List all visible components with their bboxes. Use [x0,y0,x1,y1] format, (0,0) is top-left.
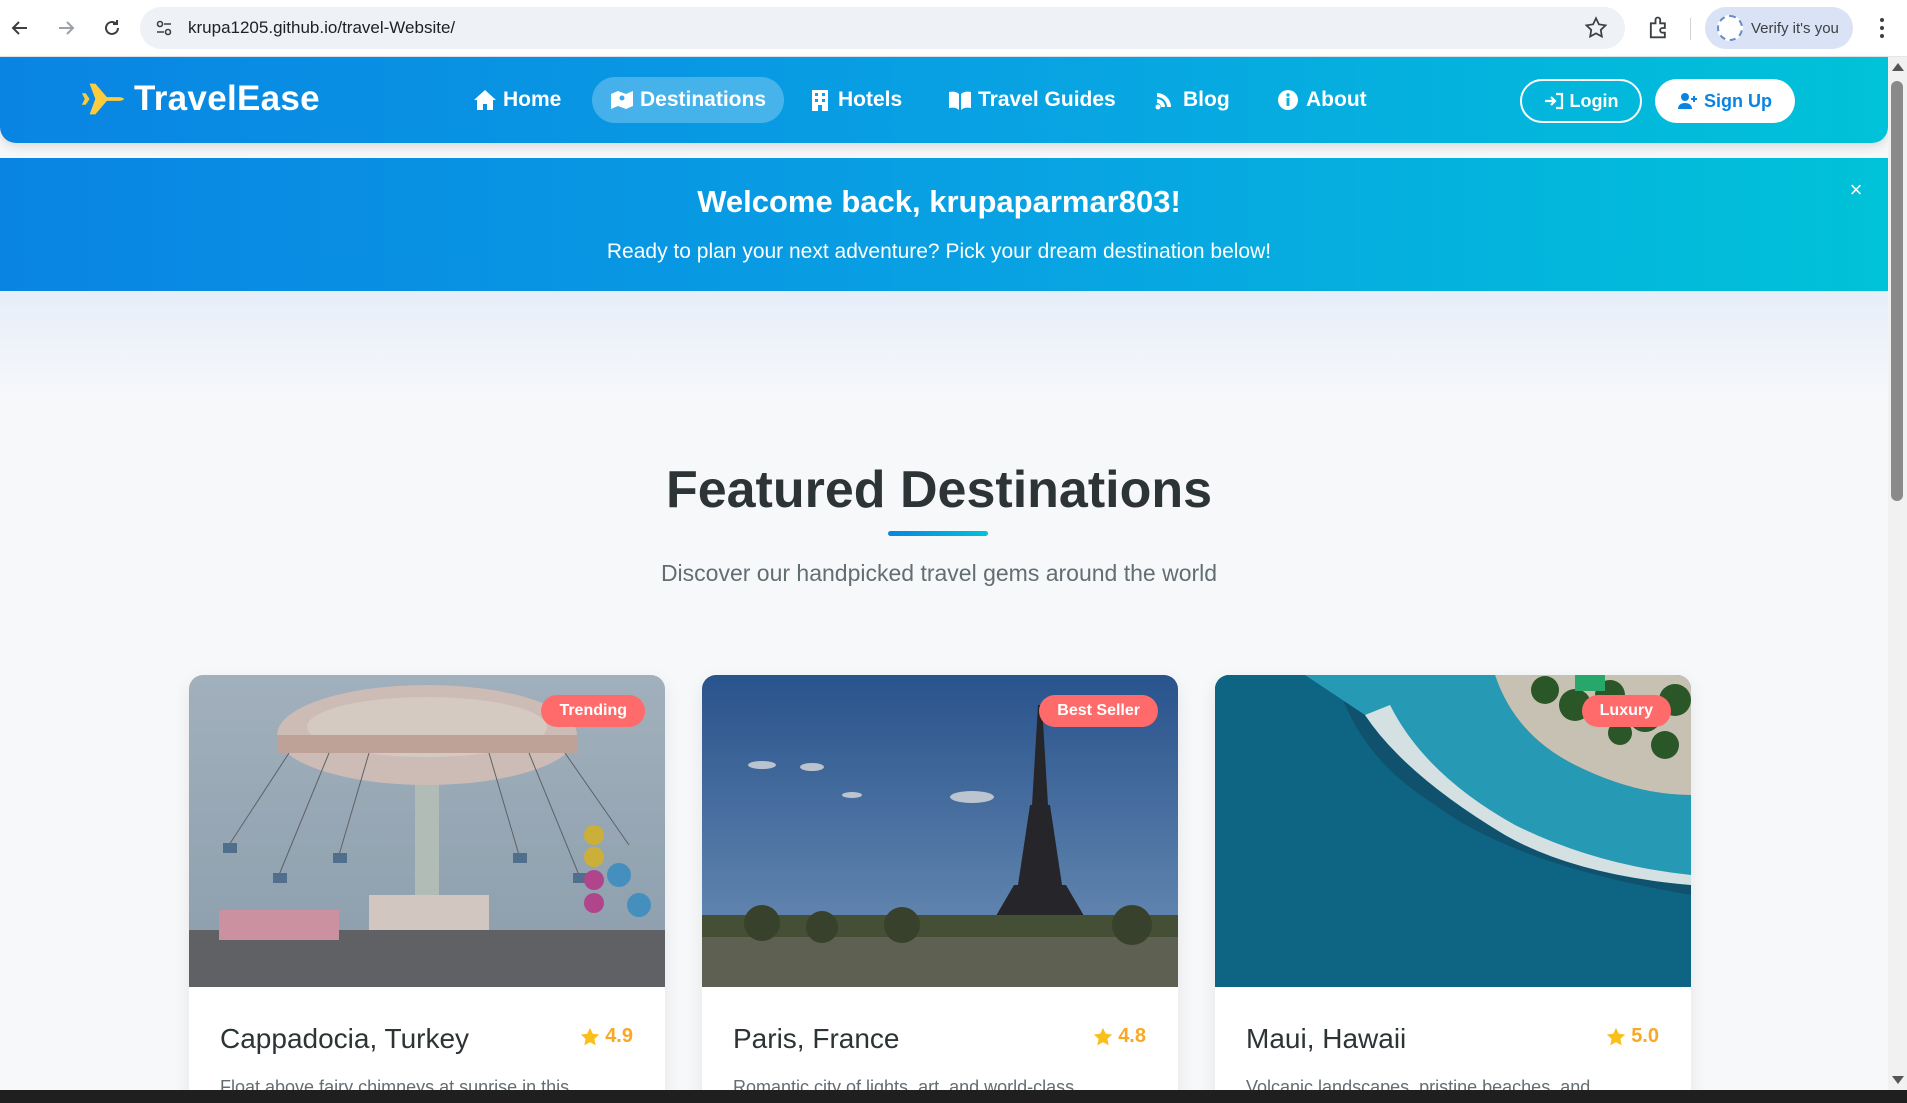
nav-hotels[interactable]: Hotels [790,77,920,123]
taskbar-edge [0,1090,1907,1103]
login-button[interactable]: Login [1520,79,1642,123]
signup-button[interactable]: Sign Up [1655,79,1795,123]
toolbar-divider [1690,18,1691,40]
card-rating: 4.9 [579,1025,633,1048]
card-badge: Trending [541,695,645,727]
browser-toolbar: krupa1205.github.io/travel-Website/ Veri… [0,0,1907,57]
close-icon[interactable]: × [1844,177,1868,202]
rating-value: 5.0 [1631,1025,1659,1047]
welcome-banner: Welcome back, krupaparmar803! Ready to p… [0,158,1888,291]
nav-about[interactable]: About [1258,77,1385,123]
blog-icon [1155,93,1171,110]
brand-logo[interactable]: TravelEase [80,79,320,119]
brand-name: TravelEase [134,79,320,118]
rating-value: 4.8 [1118,1025,1146,1047]
back-arrow-icon[interactable] [6,14,34,42]
map-icon [611,91,633,109]
address-bar[interactable]: krupa1205.github.io/travel-Website/ [140,7,1625,49]
rating-value: 4.9 [605,1025,633,1047]
hotel-icon [812,90,828,111]
nav-home-label: Home [503,88,562,111]
destination-card[interactable]: Luxury Maui, Hawaii 5.0 Volcanic landsca… [1215,675,1691,1103]
nav-home[interactable]: Home [455,77,579,123]
nav-destinations-label: Destinations [640,88,767,111]
plane-icon [81,83,125,115]
profile-label: Verify it's you [1751,19,1839,37]
reload-icon[interactable] [98,14,126,42]
url-text[interactable]: krupa1205.github.io/travel-Website/ [188,18,455,38]
nav-travel-guides-label: Travel Guides [978,88,1116,111]
card-rating: 4.8 [1092,1025,1146,1048]
page-scrollbar[interactable] [1888,57,1907,1090]
login-label: Login [1569,90,1619,111]
bookmark-star-icon[interactable] [1583,15,1609,41]
nav-hotels-label: Hotels [838,88,903,111]
welcome-title: Welcome back, krupaparmar803! [697,184,1181,219]
extensions-icon[interactable] [1645,14,1673,42]
destination-card[interactable]: Trending Cappadocia, Turkey 4.9 Float ab… [189,675,665,1103]
card-title[interactable]: Maui, Hawaii [1246,1023,1406,1055]
forward-arrow-icon[interactable] [52,14,80,42]
info-icon [1278,90,1298,110]
welcome-message: Ready to plan your next adventure? Pick … [606,240,1272,263]
signup-label: Sign Up [1704,90,1772,111]
scrollbar-thumb[interactable] [1891,81,1903,501]
home-icon [474,90,496,110]
user-plus-icon [1678,93,1697,109]
browser-menu-icon[interactable] [1870,14,1894,42]
card-badge: Luxury [1581,695,1671,727]
card-rating: 5.0 [1605,1025,1659,1048]
profile-avatar-icon [1717,15,1743,41]
profile-button[interactable]: Verify it's you [1705,7,1853,49]
section-title: Featured Destinations [665,461,1213,519]
card-title[interactable]: Paris, France [733,1023,900,1055]
title-underline [888,531,988,536]
destination-card[interactable]: Best Seller Paris, France 4.8 Romantic c… [702,675,1178,1103]
nav-blog-label: Blog [1183,88,1230,111]
star-icon [581,1027,600,1045]
nav-destinations[interactable]: Destinations [592,77,785,123]
section-subtitle: Discover our handpicked travel gems arou… [660,560,1218,586]
hero-background [0,291,1888,401]
nav-blog[interactable]: Blog [1135,77,1248,123]
card-badge: Best Seller [1039,695,1158,727]
star-icon [1607,1027,1626,1045]
scroll-down-arrow-icon[interactable] [1892,1076,1904,1084]
nav-travel-guides[interactable]: Travel Guides [930,77,1134,123]
star-icon [1094,1027,1113,1045]
nav-about-label: About [1306,88,1367,111]
scroll-up-arrow-icon[interactable] [1892,63,1904,71]
book-icon [949,91,971,110]
site-settings-icon[interactable] [152,16,176,40]
card-title[interactable]: Cappadocia, Turkey [220,1023,469,1055]
sign-in-icon [1544,92,1563,110]
site-header: TravelEase Home Destinations Hotels Trav… [0,57,1888,143]
